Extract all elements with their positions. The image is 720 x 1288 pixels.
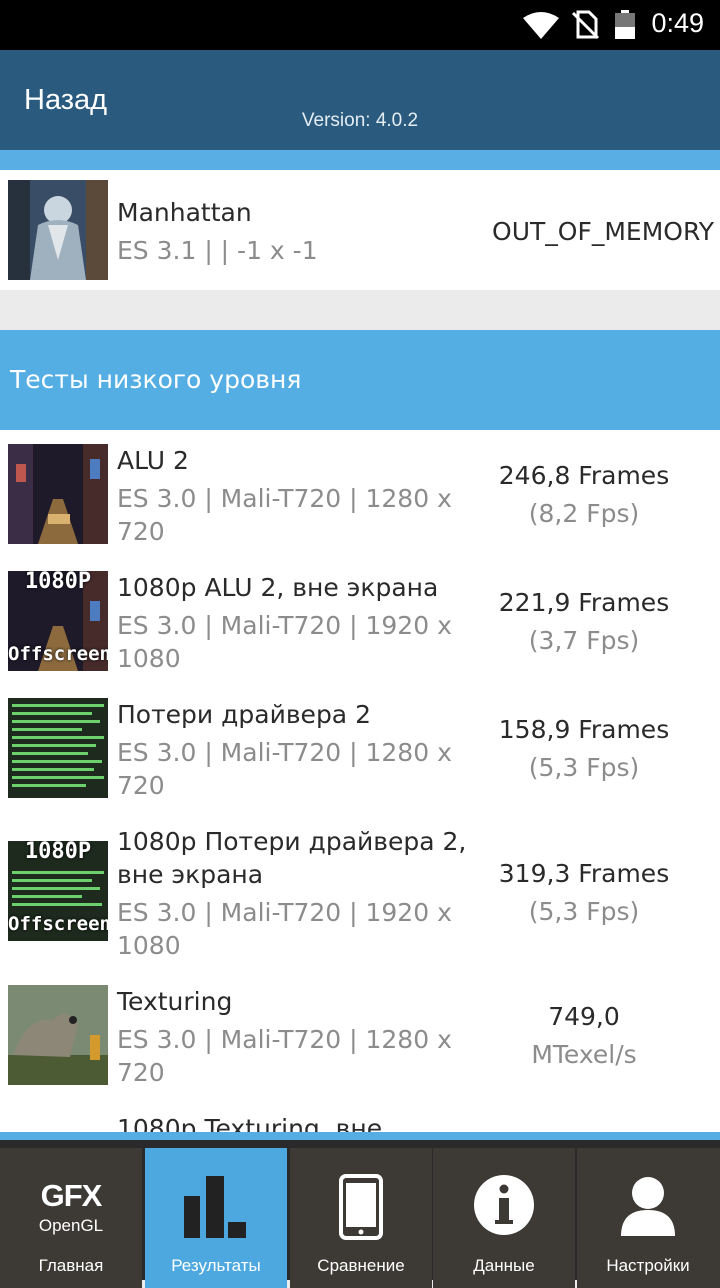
nav-info[interactable]: Данные — [433, 1148, 575, 1288]
driver-offscreen-thumbnail: 1080P Offscreen — [8, 841, 108, 941]
nav-label: Данные — [473, 1256, 535, 1275]
score-fps: (3,7 Fps) — [528, 626, 640, 655]
badge-1080p: 1080P — [24, 571, 92, 594]
test-result: OUT_OF_MEMORY — [492, 217, 714, 246]
score-value: 221,9 Frames — [498, 588, 670, 617]
test-name: Texturing — [117, 987, 233, 1016]
test-score: 158,9 Frames (5,3 Fps) — [484, 711, 684, 787]
nav-home[interactable]: GFX OpenGL Главная — [0, 1148, 142, 1288]
result-row[interactable]: ALU 2 ES 3.0 | Mali-T720 | 1280 x 720 24… — [0, 430, 720, 559]
result-row[interactable]: Texturing ES 3.0 | Mali-T720 | 1280 x 72… — [0, 971, 720, 1100]
test-name: 1080p ALU 2, вне экрана — [117, 573, 439, 602]
nav-label: Сравнение — [317, 1256, 405, 1275]
test-score: 246,8 Frames (8,2 Fps) — [484, 457, 684, 533]
badge-1080p: 1080P — [24, 841, 92, 864]
test-score: 221,9 Frames (3,7 Fps) — [484, 584, 684, 660]
nav-label: Настройки — [606, 1256, 690, 1275]
gfx-logo-text: GFX — [40, 1178, 103, 1213]
battery-icon — [615, 10, 635, 39]
app-bar: Назад Version: 4.0.2 — [0, 50, 720, 150]
nav-results[interactable]: Результаты — [145, 1148, 287, 1288]
opengl-logo-text: OpenGL — [38, 1216, 104, 1235]
version-label: Version: 4.0.2 — [301, 110, 419, 131]
result-row[interactable]: 1080P Offscreen 1080p Потери драйвера 2,… — [0, 811, 720, 973]
result-row-manhattan[interactable]: Manhattan ES 3.1 | | -1 x -1 OUT_OF_MEMO… — [0, 170, 720, 290]
score-fps: (8,2 Fps) — [528, 499, 640, 528]
test-name: ALU 2 — [117, 446, 189, 475]
result-row[interactable]: 1080P Offscreen 1080p ALU 2, вне экрана … — [0, 557, 720, 686]
section-title: Тесты низкого уровня — [10, 365, 302, 394]
no-sim-icon — [571, 10, 600, 40]
score-value: 319,3 Frames — [498, 859, 670, 888]
status-bar: 0:49 — [0, 0, 720, 50]
test-details: ES 3.0 | Mali-T720 | 1920 x 1080 — [117, 898, 452, 960]
test-details: ES 3.0 | Mali-T720 | 1280 x 720 — [117, 738, 452, 800]
test-name: 1080p Потери драйвера 2, вне экрана — [117, 827, 467, 889]
test-details: ES 3.1 | | -1 x -1 — [117, 236, 318, 265]
test-details: ES 3.0 | Mali-T720 | 1280 x 720 — [117, 1025, 452, 1087]
score-fps: MTexel/s — [531, 1040, 637, 1069]
nav-compare[interactable]: Сравнение — [290, 1148, 432, 1288]
phone-icon — [339, 1174, 383, 1240]
score-fps: (5,3 Fps) — [528, 753, 640, 782]
score-value: 749,0 — [548, 1002, 620, 1031]
alu-offscreen-thumbnail: 1080P Offscreen — [8, 571, 108, 671]
score-fps: (5,3 Fps) — [528, 897, 640, 926]
test-name: Manhattan — [117, 198, 252, 227]
test-details: ES 3.0 | Mali-T720 | 1920 x 1080 — [117, 611, 452, 673]
badge-offscreen: Offscreen — [8, 913, 108, 935]
alu-thumbnail — [8, 444, 108, 544]
wifi-icon — [523, 12, 559, 39]
badge-offscreen: Offscreen — [8, 643, 108, 665]
score-value: 158,9 Frames — [498, 715, 670, 744]
test-name: Потери драйвера 2 — [117, 700, 371, 729]
bottom-navigation: GFX OpenGL Главная Результаты Сравнение … — [0, 1132, 720, 1288]
score-value: 246,8 Frames — [498, 461, 670, 490]
test-details: ES 3.0 | Mali-T720 | 1280 x 720 — [117, 484, 452, 546]
info-icon — [474, 1175, 534, 1235]
bar-chart-icon — [184, 1176, 246, 1238]
result-row[interactable]: Потери драйвера 2 ES 3.0 | Mali-T720 | 1… — [0, 684, 720, 813]
status-time: 0:49 — [651, 8, 704, 38]
test-score: 319,3 Frames (5,3 Fps) — [484, 855, 684, 931]
user-icon — [621, 1177, 675, 1236]
texturing-thumbnail — [8, 985, 108, 1085]
header-accent-strip — [0, 150, 720, 170]
section-header: Тесты низкого уровня — [0, 330, 720, 430]
test-score: 749,0 MTexel/s — [484, 998, 684, 1074]
manhattan-thumbnail — [8, 180, 108, 280]
nav-label: Главная — [38, 1256, 104, 1275]
nav-settings[interactable]: Настройки — [577, 1148, 720, 1288]
nav-label: Результаты — [171, 1256, 261, 1275]
driver-overhead-thumbnail — [8, 698, 108, 798]
